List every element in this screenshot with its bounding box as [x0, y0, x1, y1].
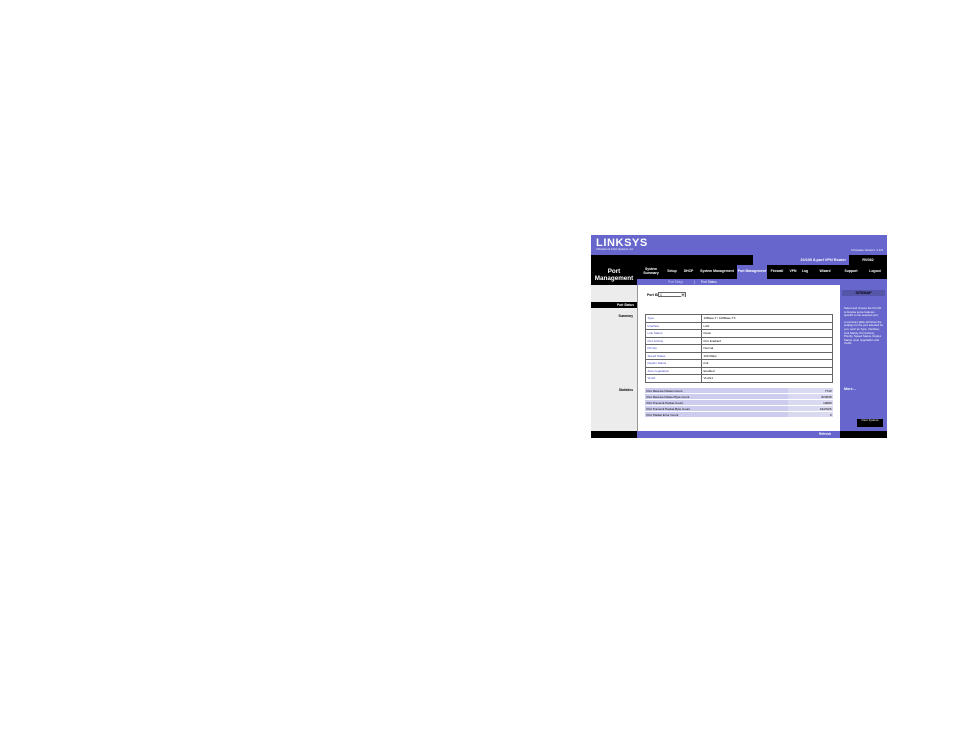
chevron-down-icon[interactable]: ▼: [681, 292, 685, 297]
summary-key: Type: [645, 314, 702, 323]
port-id-select[interactable]: 1 ▼: [658, 291, 686, 297]
tab-logout[interactable]: Logout: [863, 265, 887, 279]
port-id-value: 1: [660, 292, 662, 297]
router-screenshot: LINKSYS A Division of Cisco Systems, Inc…: [591, 235, 887, 438]
page-title: Port Management: [591, 265, 637, 285]
statistics-table: Port Receive Packet Count 7740 Port Recei…: [645, 388, 833, 418]
table-row: VLAN VLAN1: [645, 374, 833, 383]
summary-key: Auto negotiation: [645, 366, 702, 375]
table-row: Priority Normal: [645, 344, 833, 353]
summary-value: 100 Mbps: [701, 351, 833, 360]
summary-value: LAN: [701, 321, 833, 330]
section-port-status: Port Status: [591, 302, 637, 308]
summary-key: Duplex Status: [645, 359, 702, 368]
tab-dhcp[interactable]: DHCP: [680, 265, 697, 279]
tab-firewall[interactable]: Firewall: [767, 265, 787, 279]
summary-key: VLAN: [645, 374, 702, 383]
summary-key: Port Activity: [645, 336, 702, 345]
summary-value: Port Enabled: [701, 336, 833, 345]
summary-value: Enabled: [701, 366, 833, 375]
summary-key: Speed Status: [645, 351, 702, 360]
help-text-2: A summary table will show the settings f…: [844, 319, 884, 346]
summary-table: Type 10Base-T / 100Base-TX Interface LAN L…: [645, 314, 833, 383]
tab-support[interactable]: Support: [839, 265, 863, 279]
model-label: 10/100 8-port VPN Router: [753, 255, 849, 265]
help-text-1: Select and choose the Port ID to browse …: [844, 306, 882, 318]
table-row: Duplex Status Full: [645, 359, 833, 368]
summary-value: 10Base-T / 100Base-TX: [701, 314, 833, 323]
more-link[interactable]: More...: [844, 387, 856, 391]
summary-value: Down: [701, 329, 833, 338]
table-row: Type 10Base-T / 100Base-TX: [645, 314, 833, 323]
table-row: Link Status Down: [645, 329, 833, 338]
tab-system-summary[interactable]: System Summary: [638, 265, 664, 279]
table-row: Auto negotiation Enabled: [645, 366, 833, 375]
summary-label: Summary: [618, 314, 633, 318]
statistics-label: Statistics: [618, 388, 633, 392]
summary-value: Normal: [701, 344, 833, 353]
model-name: RV082: [862, 258, 874, 262]
firmware-version: Firmware Version: 1.0.0: [851, 248, 883, 252]
logo-tagline: A Division of Cisco Systems, Inc.: [596, 248, 634, 251]
table-row: Port Activity Port Enabled: [645, 336, 833, 345]
cisco-logo: Cisco Systems: [857, 419, 883, 427]
tab-wizard[interactable]: Wizard: [811, 265, 839, 279]
tab-vpn[interactable]: VPN: [787, 265, 799, 279]
table-row: Speed Status 100 Mbps: [645, 351, 833, 360]
stat-key: Port Packet Error Count: [645, 411, 788, 418]
tab-log[interactable]: Log: [799, 265, 811, 279]
tab-setup[interactable]: Setup: [664, 265, 680, 279]
bottom-bar-blue: [637, 431, 840, 438]
summary-value: Full: [701, 359, 833, 368]
refresh-button[interactable]: Refresh: [813, 432, 837, 437]
stat-value: 0: [787, 411, 833, 418]
table-row: Port Packet Error Count 0: [645, 411, 833, 418]
help-text: Select and choose the Port ID to browse …: [844, 306, 884, 346]
tab-port-management[interactable]: Port Management: [737, 265, 767, 279]
sitemap-button[interactable]: SITEMAP: [842, 290, 885, 296]
summary-key: Link Status: [645, 329, 702, 338]
tab-system-management[interactable]: System Management: [697, 265, 737, 279]
summary-value: VLAN1: [701, 374, 833, 383]
summary-key: Interface: [645, 321, 702, 330]
table-row: Interface LAN: [645, 321, 833, 330]
summary-key: Priority: [645, 344, 702, 353]
